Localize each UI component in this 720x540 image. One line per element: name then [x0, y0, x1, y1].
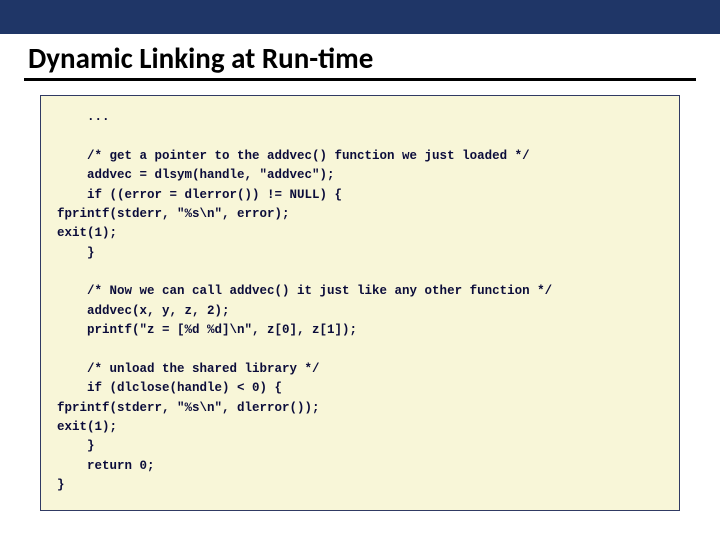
code-listing: ... /* get a pointer to the addvec() fun… — [40, 95, 680, 511]
header-bar — [0, 0, 720, 34]
title-underline — [24, 78, 696, 81]
page-title: Dynamic Linking at Run-time — [28, 40, 720, 76]
